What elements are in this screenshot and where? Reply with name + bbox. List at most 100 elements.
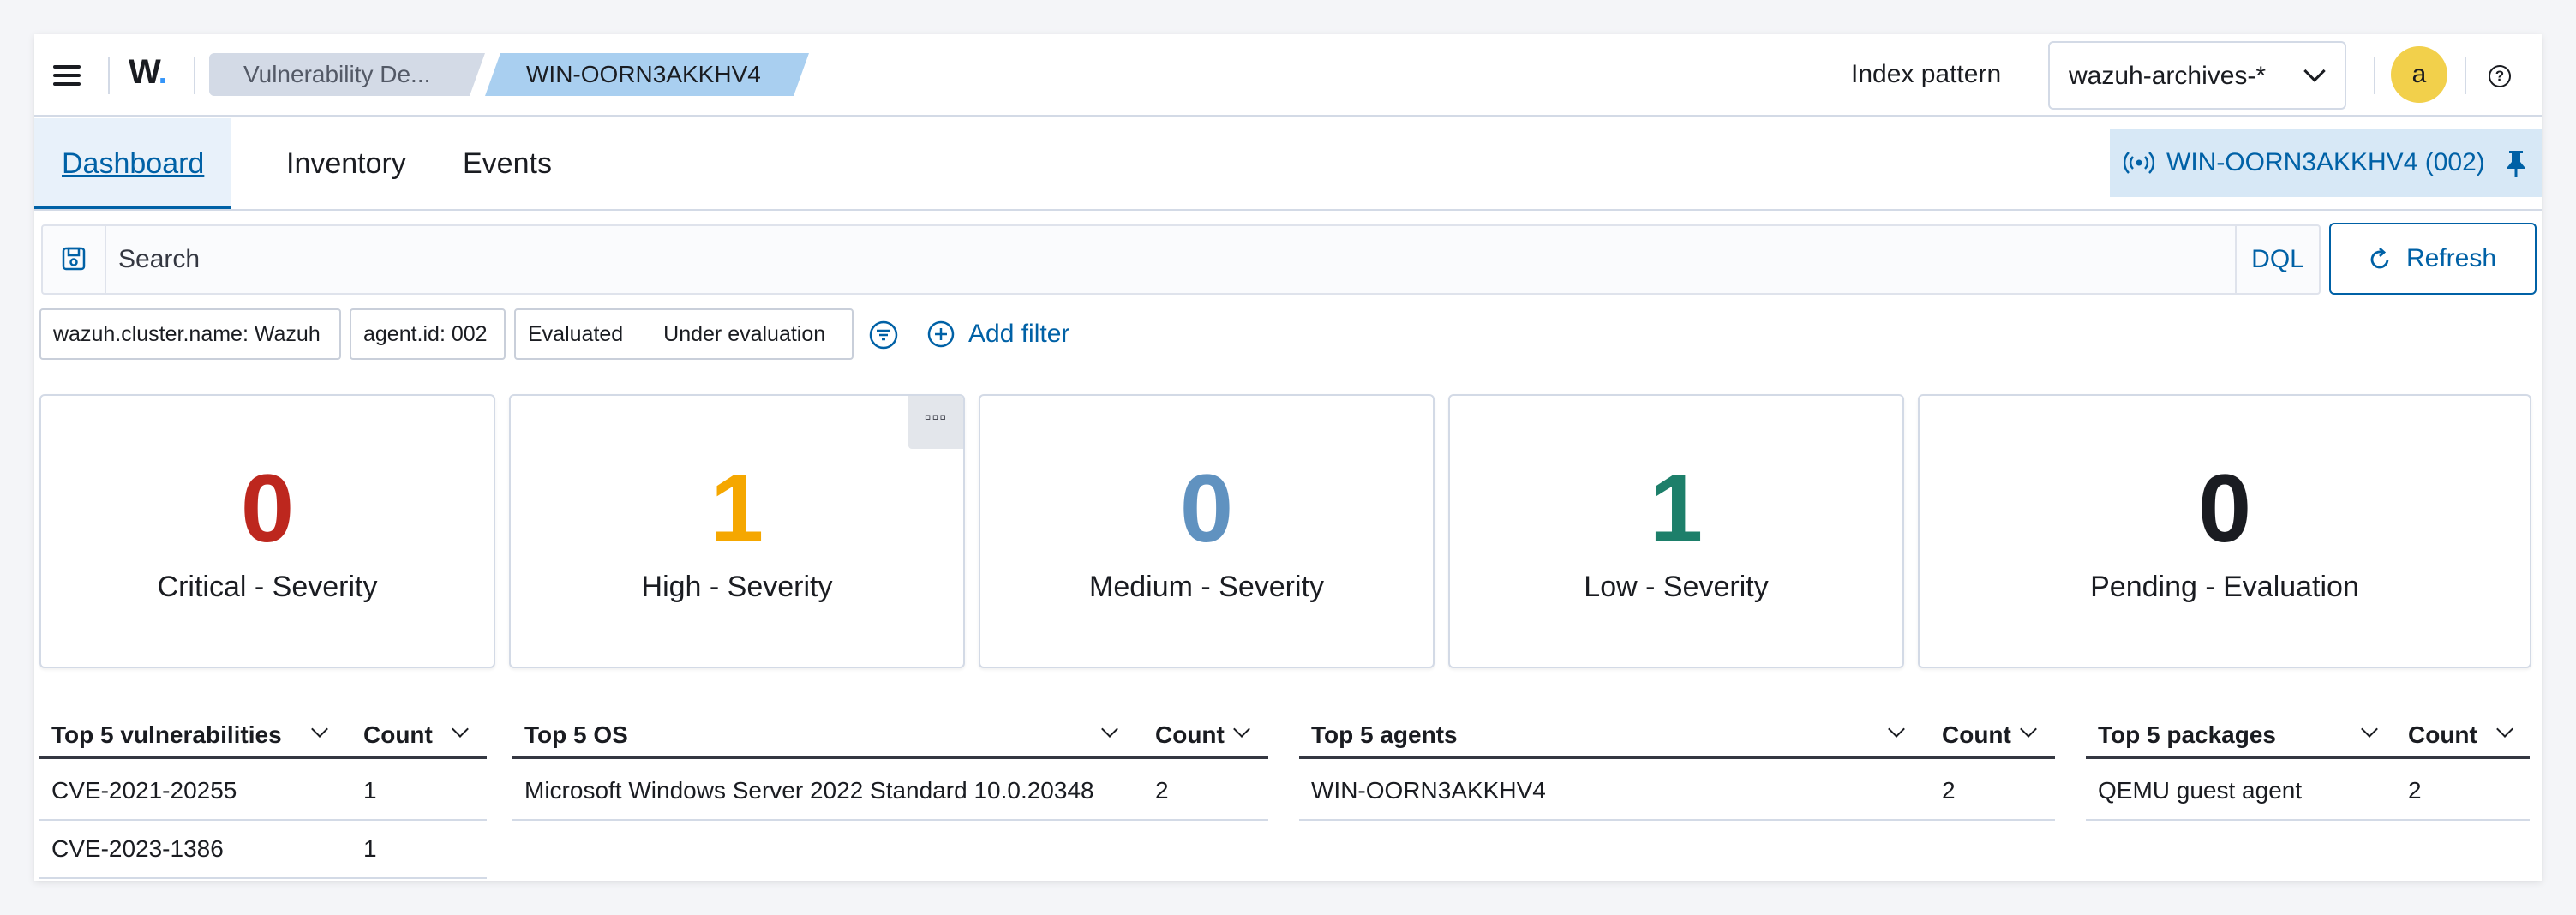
search-input[interactable] (108, 226, 2208, 293)
column-header-label: Count (1155, 721, 1225, 748)
column-header-count[interactable]: Count (1930, 711, 2055, 759)
tab-events[interactable]: Events (435, 118, 579, 209)
table-cell: Microsoft Windows Server 2022 Standard 1… (524, 777, 1094, 804)
search-bar: DQL (41, 224, 2321, 295)
table-row[interactable]: QEMU guest agent 2 (2086, 762, 2530, 821)
table-row[interactable]: Microsoft Windows Server 2022 Standard 1… (512, 762, 1268, 821)
column-header-label: Top 5 agents (1311, 721, 1458, 748)
column-header-label: Count (363, 721, 433, 748)
table-row[interactable]: CVE-2021-20255 1 (39, 762, 487, 821)
table-row[interactable]: WIN-OORN3AKKHV4 2 (1299, 762, 2055, 821)
table-cell: CVE-2023-1386 (51, 835, 224, 862)
chevron-down-icon (311, 721, 328, 738)
metric-card-low[interactable]: 1 Low - Severity (1448, 394, 1904, 668)
add-filter-label: Add filter (968, 320, 1070, 348)
query-language-button[interactable]: DQL (2235, 226, 2319, 293)
chevron-down-icon (1233, 721, 1250, 738)
header-divider (2374, 57, 2375, 94)
metric-label: High - Severity (641, 571, 833, 603)
table-cell: WIN-OORN3AKKHV4 (1311, 777, 1546, 804)
wazuh-logo[interactable]: W. (129, 53, 168, 92)
logo-text: W (129, 53, 159, 91)
header-divider (194, 57, 195, 94)
column-header-count[interactable]: Count (351, 711, 487, 759)
column-header-agent[interactable]: Top 5 agents (1299, 711, 1930, 759)
table-cell: 2 (1942, 777, 1956, 804)
metric-value: 0 (240, 455, 295, 562)
column-header-label: Count (2408, 721, 2477, 748)
panel-options-icon[interactable]: ▫▫▫ (908, 396, 963, 449)
index-pattern-select[interactable]: wazuh-archives-* (2048, 41, 2346, 110)
status-under-evaluation[interactable]: Under evaluation (663, 322, 825, 346)
add-filter-button[interactable]: Add filter (927, 319, 1069, 350)
app-frame: W. Vulnerability De... WIN-OORN3AKKHV4 I… (34, 34, 2542, 881)
column-header-label: Top 5 packages (2098, 721, 2277, 748)
metric-card-pending[interactable]: 0 Pending - Evaluation (1918, 394, 2531, 668)
index-pattern-label: Index pattern (1851, 60, 2002, 88)
chevron-down-icon (452, 721, 469, 738)
table-cell: 2 (2408, 777, 2422, 804)
column-header-vulnerability[interactable]: Top 5 vulnerabilities (39, 711, 351, 759)
breadcrumb-vulnerability-detection[interactable]: Vulnerability De... (209, 53, 485, 96)
refresh-button[interactable]: Refresh (2329, 223, 2537, 295)
pin-icon[interactable] (2504, 149, 2528, 178)
metric-label: Critical - Severity (157, 571, 378, 603)
metric-card-medium[interactable]: 0 Medium - Severity (979, 394, 1435, 668)
column-header-count[interactable]: Count (2396, 711, 2530, 759)
refresh-label: Refresh (2406, 244, 2497, 272)
column-header-label: Count (1942, 721, 2011, 748)
pinned-agent-badge[interactable]: WIN-OORN3AKKHV4 (002) (2110, 129, 2542, 197)
metric-label: Low - Severity (1584, 571, 1769, 603)
column-header-package[interactable]: Top 5 packages (2086, 711, 2396, 759)
metric-value: 1 (1649, 455, 1704, 562)
table-header: Top 5 agents Count (1299, 711, 2055, 759)
breadcrumb-agent[interactable]: WIN-OORN3AKKHV4 (485, 53, 809, 96)
metric-card-high[interactable]: ▫▫▫ 1 High - Severity (509, 394, 965, 668)
index-pattern-value: wazuh-archives-* (2069, 62, 2267, 90)
filter-pill-cluster[interactable]: wazuh.cluster.name: Wazuh (39, 308, 341, 360)
metric-value: 0 (2197, 455, 2252, 562)
table-cell: 2 (1155, 777, 1169, 804)
metric-value: 0 (1179, 455, 1234, 562)
status-evaluated[interactable]: Evaluated (528, 322, 623, 346)
filter-pill-agent-id[interactable]: agent.id: 002 (350, 308, 506, 360)
saved-queries-button[interactable] (43, 226, 106, 293)
metric-value: 1 (710, 455, 764, 562)
table-header: Top 5 OS Count (512, 711, 1268, 759)
save-icon (62, 247, 86, 271)
chevron-down-icon (2020, 721, 2037, 738)
table-cell: CVE-2021-20255 (51, 777, 237, 804)
metric-label: Medium - Severity (1089, 571, 1324, 603)
menu-icon[interactable] (50, 58, 84, 93)
chevron-down-icon (1888, 721, 1905, 738)
logo-dot: . (158, 53, 168, 91)
filter-pill-evaluation-status[interactable]: Evaluated Under evaluation (514, 308, 854, 360)
column-header-label: Top 5 vulnerabilities (51, 721, 282, 748)
help-icon[interactable]: ? (2489, 65, 2511, 87)
avatar[interactable]: a (2391, 46, 2447, 103)
table-cell: 1 (363, 835, 377, 862)
table-row[interactable]: CVE-2023-1386 1 (39, 821, 487, 879)
broadcast-icon (2124, 152, 2154, 174)
column-header-label: Top 5 OS (524, 721, 628, 748)
refresh-icon (2370, 247, 2389, 269)
chevron-down-icon (1101, 721, 1118, 738)
metric-label: Pending - Evaluation (2090, 571, 2359, 603)
chevron-down-icon (2361, 721, 2378, 738)
column-header-os[interactable]: Top 5 OS (512, 711, 1143, 759)
table-cell: QEMU guest agent (2098, 777, 2303, 804)
metric-card-critical[interactable]: 0 Critical - Severity (39, 394, 495, 668)
table-header: Top 5 packages Count (2086, 711, 2530, 759)
tab-dashboard[interactable]: Dashboard (34, 118, 232, 209)
header-divider (108, 57, 110, 94)
table-cell: 1 (363, 777, 377, 804)
chevron-down-icon (2496, 721, 2513, 738)
plus-circle-icon (927, 320, 955, 348)
filter-menu-icon[interactable] (869, 320, 898, 350)
chevron-down-icon (2303, 60, 2326, 82)
pinned-agent-label: WIN-OORN3AKKHV4 (002) (2166, 148, 2485, 176)
header-divider (2465, 57, 2466, 94)
column-header-count[interactable]: Count (1143, 711, 1268, 759)
table-header: Top 5 vulnerabilities Count (39, 711, 487, 759)
tab-inventory[interactable]: Inventory (259, 118, 434, 209)
